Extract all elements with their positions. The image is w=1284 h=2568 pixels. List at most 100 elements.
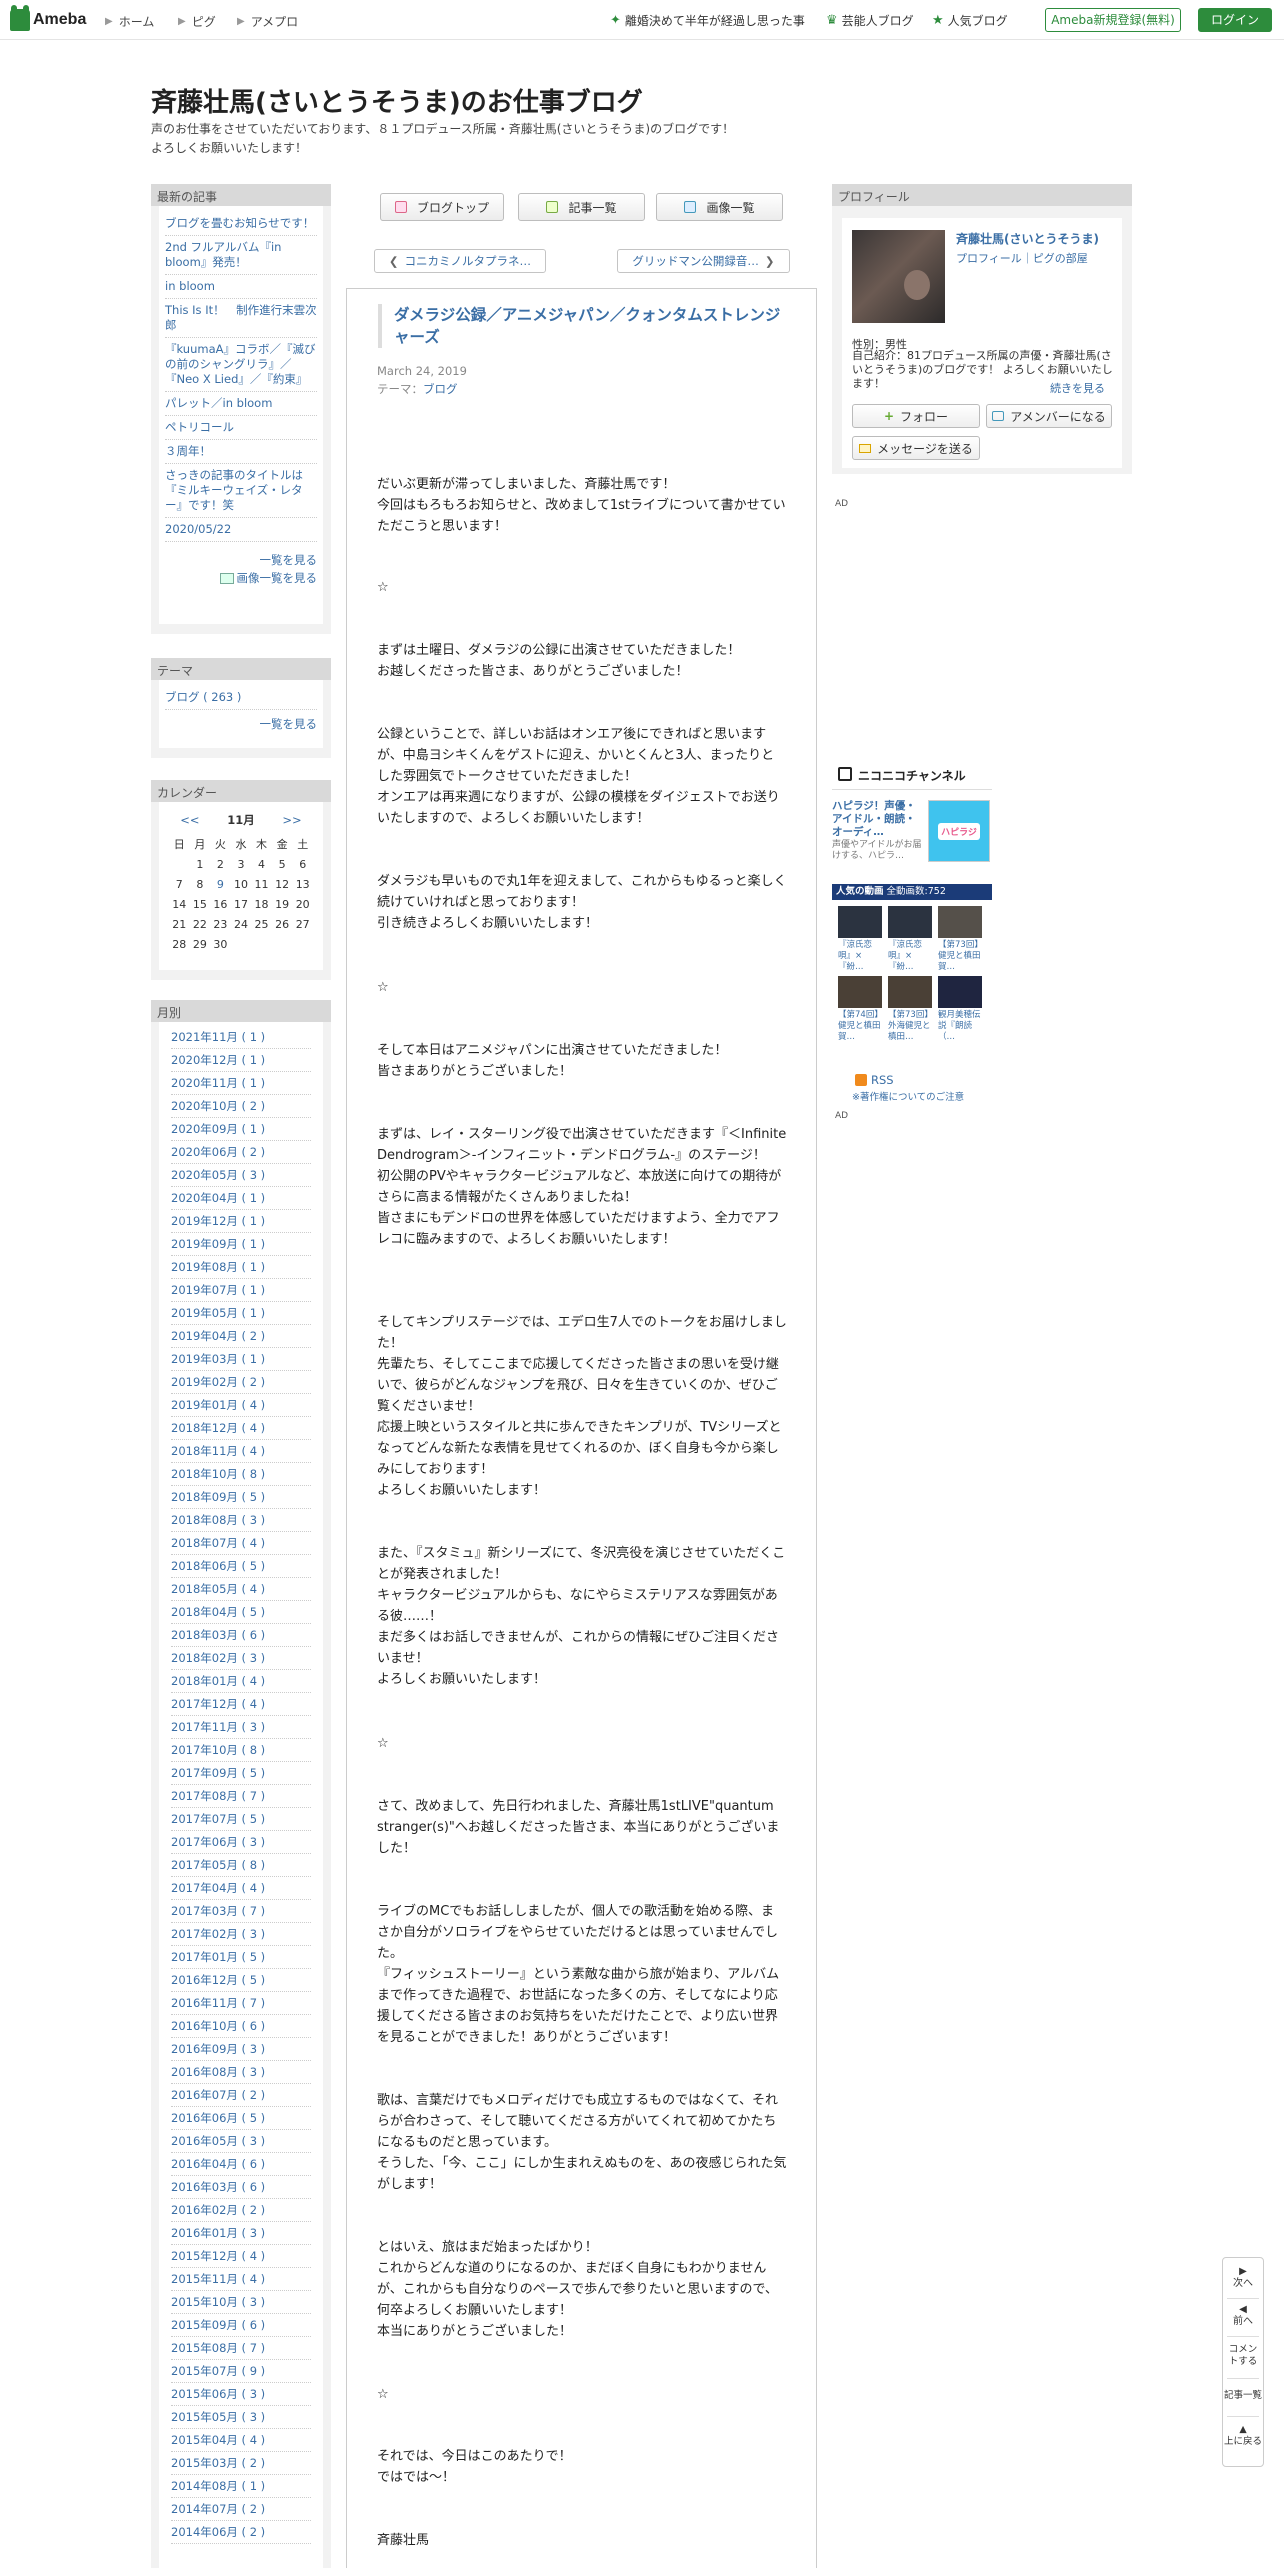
monthly-archive-link[interactable]: 2019年02月 ( 2 ) [171,1371,311,1394]
monthly-archive-link[interactable]: 2018年02月 ( 3 ) [171,1647,311,1670]
monthly-archive-link[interactable]: 2019年05月 ( 1 ) [171,1302,311,1325]
message-button[interactable]: メッセージを送る [852,436,980,460]
monthly-archive-link[interactable]: 2016年06月 ( 5 ) [171,2107,311,2130]
monthly-archive-link[interactable]: 2018年10月 ( 8 ) [171,1463,311,1486]
video-thumbnail[interactable] [888,976,932,1008]
celebrity-blog-link[interactable]: ♛ 芸能人ブログ [826,12,914,29]
monthly-archive-link[interactable]: 2017年04月 ( 4 ) [171,1877,311,1900]
monthly-archive-link[interactable]: 2017年07月 ( 5 ) [171,1808,311,1831]
back-to-top-button[interactable]: ▲ 上に戻る [1223,2424,1263,2448]
monthly-archive-link[interactable]: 2017年05月 ( 8 ) [171,1854,311,1877]
image-list-button[interactable]: 画像一覧 [656,193,783,221]
recent-post-link[interactable]: ペトリコール [165,416,317,440]
monthly-archive-link[interactable]: 2017年11月 ( 3 ) [171,1716,311,1739]
video-thumbnail[interactable] [938,906,982,938]
monthly-archive-link[interactable]: 2015年09月 ( 6 ) [171,2314,311,2337]
monthly-archive-link[interactable]: 2016年12月 ( 5 ) [171,1969,311,1992]
monthly-archive-link[interactable]: 2020年06月 ( 2 ) [171,1141,311,1164]
monthly-archive-link[interactable]: 2017年10月 ( 8 ) [171,1739,311,1762]
recent-post-link[interactable]: 2020/05/22 [165,518,317,542]
monthly-archive-link[interactable]: 2018年05月 ( 4 ) [171,1578,311,1601]
nav-amepro[interactable]: ▶ アメプロ [237,13,298,30]
article-list-float-button[interactable]: 記事一覧 [1223,2390,1263,2402]
monthly-archive-link[interactable]: 2015年07月 ( 9 ) [171,2360,311,2383]
video-thumbnail[interactable] [888,906,932,938]
channel-title[interactable]: ハピラジ！声優・アイドル・朗読・オーディ… [832,800,922,839]
monthly-archive-link[interactable]: 2015年10月 ( 3 ) [171,2291,311,2314]
monthly-archive-link[interactable]: 2015年06月 ( 3 ) [171,2383,311,2406]
monthly-archive-link[interactable]: 2020年11月 ( 1 ) [171,1072,311,1095]
monthly-archive-link[interactable]: 2018年01月 ( 4 ) [171,1670,311,1693]
monthly-archive-link[interactable]: 2020年10月 ( 2 ) [171,1095,311,1118]
monthly-archive-link[interactable]: 2018年04月 ( 5 ) [171,1601,311,1624]
monthly-archive-link[interactable]: 2017年08月 ( 7 ) [171,1785,311,1808]
monthly-archive-link[interactable]: 2016年11月 ( 7 ) [171,1992,311,2015]
monthly-archive-link[interactable]: 2019年07月 ( 1 ) [171,1279,311,1302]
monthly-archive-link[interactable]: 2020年04月 ( 1 ) [171,1187,311,1210]
recent-post-link[interactable]: 2nd フルアルバム『in bloom』発売！ [165,236,317,275]
monthly-archive-link[interactable]: 2016年04月 ( 6 ) [171,2153,311,2176]
previous-post-link[interactable]: ❮ コニカミノルタプラネ… [374,249,546,273]
nav-pigg[interactable]: ▶ ピグ [178,13,216,30]
monthly-archive-link[interactable]: 2018年08月 ( 3 ) [171,1509,311,1532]
login-button[interactable]: ログイン [1198,8,1272,32]
monthly-archive-link[interactable]: 2020年12月 ( 1 ) [171,1049,311,1072]
video-thumbnail[interactable] [838,976,882,1008]
monthly-archive-link[interactable]: 2019年03月 ( 1 ) [171,1348,311,1371]
copyright-notice-link[interactable]: ※著作権についてのご注意 [852,1089,964,1103]
monthly-archive-link[interactable]: 2019年09月 ( 1 ) [171,1233,311,1256]
monthly-archive-link[interactable]: 2014年07月 ( 2 ) [171,2498,311,2521]
recent-post-link[interactable]: ブログを畳むお知らせです！ [165,212,317,236]
comment-button[interactable]: コメントする [1223,2344,1263,2368]
recent-post-link[interactable]: in bloom [165,275,317,299]
monthly-archive-link[interactable]: 2020年09月 ( 1 ) [171,1118,311,1141]
recent-post-link[interactable]: This Is It！ 制作進行末雲次郎 [165,299,317,338]
calendar-prev[interactable]: << [180,813,199,827]
monthly-archive-link[interactable]: 2015年04月 ( 4 ) [171,2429,311,2452]
theme-more-link[interactable]: 一覧を見る [165,716,318,732]
next-post-link[interactable]: グリッドマン公開録音… ❯ [617,249,790,273]
monthly-archive-link[interactable]: 2015年08月 ( 7 ) [171,2337,311,2360]
monthly-archive-link[interactable]: 2016年07月 ( 2 ) [171,2084,311,2107]
video-thumbnail[interactable] [938,976,982,1008]
monthly-archive-link[interactable]: 2017年09月 ( 5 ) [171,1762,311,1785]
popular-blog-link[interactable]: ★ 人気ブログ [932,12,1008,29]
monthly-archive-link[interactable]: 2018年03月 ( 6 ) [171,1624,311,1647]
image-list-link[interactable]: 画像一覧を見る [165,570,317,586]
monthly-archive-link[interactable]: 2015年05月 ( 3 ) [171,2406,311,2429]
rss-link[interactable]: RSS [855,1073,894,1087]
video-caption[interactable]: 『涼氏恋唄』×『紛… [888,940,932,973]
monthly-archive-link[interactable]: 2015年11月 ( 4 ) [171,2268,311,2291]
recent-more-link[interactable]: 一覧を見る [165,552,318,568]
article-list-button[interactable]: 記事一覧 [518,193,645,221]
monthly-archive-link[interactable]: 2017年06月 ( 3 ) [171,1831,311,1854]
ameba-logo[interactable]: Ameba [10,5,86,32]
monthly-archive-link[interactable]: 2020年05月 ( 3 ) [171,1164,311,1187]
monthly-archive-link[interactable]: 2018年12月 ( 4 ) [171,1417,311,1440]
profile-more-link[interactable]: 続きを見る [1050,380,1105,396]
blog-title[interactable]: 斉藤壮馬(さいとうそうま)のお仕事ブログ [151,82,643,119]
video-thumbnail[interactable] [838,906,882,938]
monthly-archive-link[interactable]: 2016年10月 ( 6 ) [171,2015,311,2038]
video-caption[interactable]: 【第73回】外海健児と槙田… [888,1010,932,1043]
monthly-archive-link[interactable]: 2016年02月 ( 2 ) [171,2199,311,2222]
monthly-archive-link[interactable]: 2017年03月 ( 7 ) [171,1900,311,1923]
monthly-archive-link[interactable]: 2017年01月 ( 5 ) [171,1946,311,1969]
video-caption[interactable]: 【第74回】健児と槙田賀… [838,1010,882,1043]
profile-name[interactable]: 斉藤壮馬(さいとうそうま) [956,230,1099,247]
monthly-archive-link[interactable]: 2016年03月 ( 6 ) [171,2176,311,2199]
monthly-archive-link[interactable]: 2017年02月 ( 3 ) [171,1923,311,1946]
channel-thumbnail[interactable]: ハピラジ [928,800,990,862]
monthly-archive-link[interactable]: 2017年12月 ( 4 ) [171,1693,311,1716]
follow-button[interactable]: + フォロー [852,404,980,428]
niconico-header[interactable]: ニコニコチャンネル [832,760,992,790]
theme-link[interactable]: ブログ ( 263 ) [165,686,317,710]
trending-link[interactable]: ✦ 離婚決めて半年が経過し思った事 [610,12,805,29]
calendar-next[interactable]: >> [282,813,301,827]
blog-top-button[interactable]: ブログトップ [380,193,504,221]
monthly-archive-link[interactable]: 2019年01月 ( 4 ) [171,1394,311,1417]
amember-button[interactable]: アメンバーになる [986,404,1112,428]
monthly-archive-link[interactable]: 2021年11月 ( 1 ) [171,1026,311,1049]
monthly-archive-link[interactable]: 2016年01月 ( 3 ) [171,2222,311,2245]
profile-links[interactable]: プロフィール｜ピグの部屋 [956,250,1088,266]
